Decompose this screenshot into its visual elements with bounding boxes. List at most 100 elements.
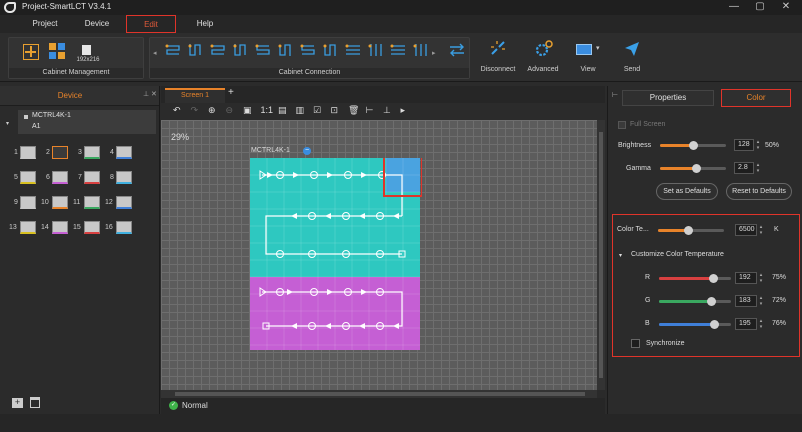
gamma-knob[interactable] <box>692 164 702 173</box>
delete-icon[interactable]: 🗑 <box>348 105 359 116</box>
ethernet-port-icon[interactable] <box>116 146 132 159</box>
add-tab-button[interactable]: + <box>228 87 234 98</box>
green-knob[interactable] <box>706 297 716 306</box>
reset-to-defaults-button[interactable]: Reset to Defaults <box>726 183 792 200</box>
ethernet-port-icon[interactable] <box>20 196 36 209</box>
more-icon[interactable]: ▸ <box>401 105 406 116</box>
horizontal-scroll-thumb[interactable] <box>175 392 585 396</box>
color-temp-spinner[interactable]: ▴ ▾ <box>758 224 764 236</box>
ethernet-port-icon[interactable] <box>84 146 100 159</box>
green-value[interactable]: 183 <box>735 295 757 307</box>
menu-edit[interactable]: Edit <box>126 15 176 33</box>
ethernet-port-icon[interactable] <box>84 171 100 184</box>
ethernet-port-icon[interactable] <box>52 221 68 234</box>
actual-size-icon[interactable]: 1:1 <box>261 105 274 115</box>
tab-color[interactable]: Color <box>721 89 791 107</box>
gamma-value[interactable]: 2.8 <box>734 162 754 174</box>
color-temp-value[interactable]: 6500 <box>735 224 757 236</box>
connection-pattern-icon[interactable] <box>209 42 227 58</box>
ethernet-port-icon[interactable] <box>52 196 68 209</box>
right-pin-icon[interactable]: ⊢ <box>612 91 618 99</box>
align-left-icon[interactable]: ⊢ <box>366 105 374 116</box>
connection-pattern-icon[interactable] <box>187 42 205 58</box>
connection-pattern-icon[interactable] <box>254 42 272 58</box>
view-dropdown-icon[interactable]: ▾ <box>596 44 600 52</box>
redo-icon[interactable]: ↷ <box>191 105 199 116</box>
zoom-in-icon[interactable]: ⊕ <box>208 105 216 116</box>
checkbox-icon[interactable]: ☑ <box>313 105 321 116</box>
view-button[interactable]: ▾ View <box>568 37 608 79</box>
ethernet-port-icon[interactable] <box>20 171 36 184</box>
ethernet-port-icon[interactable] <box>52 146 68 159</box>
close-icon[interactable]: ✕ <box>774 1 798 14</box>
select-icon[interactable]: ⊡ <box>331 105 339 116</box>
copy-icon[interactable]: ▤ <box>278 105 287 116</box>
tab-screen-1[interactable]: Screen 1 <box>165 88 225 103</box>
red-value[interactable]: 192 <box>735 272 757 284</box>
fit-screen-icon[interactable]: ▣ <box>243 105 252 116</box>
scroll-left-icon[interactable]: ◂ <box>153 49 157 57</box>
controller-item[interactable]: MCTRL4K-1 A1 <box>18 110 156 134</box>
blue-spinner[interactable]: ▴ ▾ <box>758 318 764 330</box>
cabinet-thumbnail-icon[interactable] <box>82 45 91 55</box>
brightness-knob[interactable] <box>689 141 698 150</box>
pin-icon[interactable]: ⊥ <box>143 90 149 98</box>
synchronize-checkbox[interactable] <box>631 339 640 348</box>
ethernet-port-icon[interactable] <box>116 221 132 234</box>
paste-icon[interactable]: ▥ <box>296 105 305 116</box>
color-temp-knob[interactable] <box>683 226 693 235</box>
gamma-spinner[interactable]: ▴ ▾ <box>755 162 761 174</box>
led-screen[interactable] <box>250 158 422 350</box>
disconnect-button[interactable]: Disconnect <box>478 37 518 79</box>
connection-pattern-icon[interactable] <box>277 42 295 58</box>
red-spinner[interactable]: ▴ ▾ <box>758 272 764 284</box>
menu-device[interactable]: Device <box>72 15 122 33</box>
panel-close-icon[interactable]: ✕ <box>151 90 157 98</box>
full-screen-checkbox[interactable] <box>618 121 626 129</box>
undo-icon[interactable]: ↶ <box>173 105 181 116</box>
green-spinner[interactable]: ▴ ▾ <box>758 295 764 307</box>
customize-expand-icon[interactable]: ▾ <box>619 252 622 259</box>
ethernet-port-icon[interactable] <box>52 171 68 184</box>
connection-pattern-icon[interactable] <box>412 42 430 58</box>
ethernet-port-icon[interactable] <box>84 221 100 234</box>
ethernet-port-icon[interactable] <box>20 146 36 159</box>
ethernet-port-icon[interactable] <box>116 171 132 184</box>
canvas-area[interactable]: 29% MCTRL4K-1 − <box>161 120 597 390</box>
blue-knob[interactable] <box>709 320 719 329</box>
add-device-icon[interactable]: + <box>12 398 23 408</box>
connection-pattern-icon[interactable] <box>232 42 250 58</box>
connection-pattern-icon[interactable] <box>322 42 340 58</box>
tab-properties[interactable]: Properties <box>622 90 714 106</box>
delete-device-icon[interactable] <box>30 397 40 408</box>
ethernet-port-icon[interactable] <box>20 221 36 234</box>
vertical-scrollbar[interactable] <box>597 120 605 390</box>
swap-connection-icon[interactable] <box>448 42 466 58</box>
blue-value[interactable]: 195 <box>735 318 757 330</box>
ethernet-port-icon[interactable] <box>84 196 100 209</box>
set-as-defaults-button[interactable]: Set as Defaults <box>656 183 718 200</box>
advanced-button[interactable]: Advanced <box>523 37 563 79</box>
minimize-icon[interactable]: — <box>722 1 746 14</box>
connection-pattern-icon[interactable] <box>389 42 407 58</box>
brightness-value[interactable]: 128 <box>734 139 754 151</box>
irregular-cabinet-icon[interactable] <box>49 43 67 61</box>
zoom-out-icon[interactable]: ⊖ <box>226 105 234 116</box>
add-cabinet-icon[interactable] <box>23 44 39 60</box>
connection-pattern-icon[interactable] <box>164 42 182 58</box>
vertical-scroll-thumb[interactable] <box>599 132 603 378</box>
menu-project[interactable]: Project <box>20 15 70 33</box>
collapse-device-icon[interactable]: ▾ <box>6 120 9 127</box>
screen-collapse-icon[interactable]: − <box>303 147 311 155</box>
connection-pattern-icon[interactable] <box>299 42 317 58</box>
send-button[interactable]: Send <box>612 37 652 79</box>
red-knob[interactable] <box>709 274 718 283</box>
align-bottom-icon[interactable]: ⊥ <box>383 105 391 116</box>
connection-pattern-icon[interactable] <box>367 42 385 58</box>
maximize-icon[interactable]: ▢ <box>748 1 772 14</box>
menu-help[interactable]: Help <box>180 15 230 33</box>
brightness-spinner[interactable]: ▴ ▾ <box>755 139 761 151</box>
horizontal-scrollbar[interactable] <box>161 390 597 398</box>
scroll-right-icon[interactable]: ▸ <box>432 49 436 57</box>
ethernet-port-icon[interactable] <box>116 196 132 209</box>
